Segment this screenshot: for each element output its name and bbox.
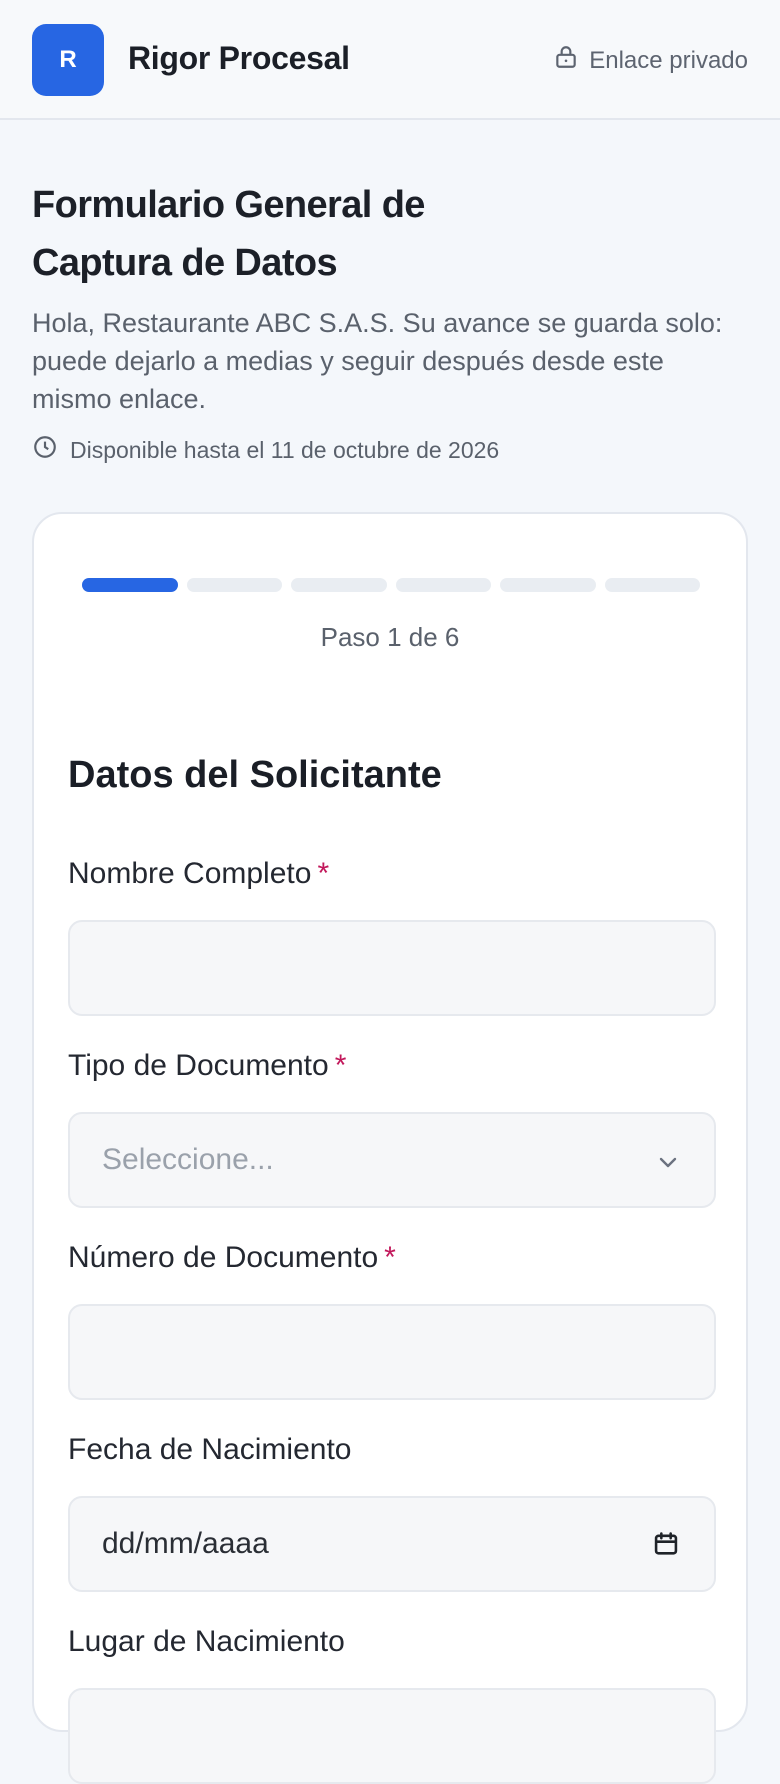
field-label: Fecha de Nacimiento	[68, 1433, 352, 1466]
field-full-name: Nombre Completo *	[68, 854, 716, 1016]
deadline-text: Disponible hasta el 11 de octubre de 202…	[70, 436, 500, 463]
birth-date-input[interactable]: dd/mm/aaaa	[68, 1496, 716, 1592]
section-title: Datos del Solicitante	[68, 754, 442, 796]
form-card: Paso 1 de 6 Datos del Solicitante Nombre…	[32, 512, 748, 1784]
progress-segment-1	[82, 578, 178, 592]
field-birth-date: Fecha de Nacimiento dd/mm/aaaa	[68, 1430, 716, 1592]
page-title: Formulario General de Captura de Datos	[32, 184, 425, 284]
field-label: Lugar de Nacimiento	[68, 1625, 345, 1658]
document-type-placeholder: Seleccione...	[102, 1143, 274, 1176]
document-number-input[interactable]	[68, 1304, 716, 1400]
birth-place-input[interactable]	[68, 1688, 716, 1784]
field-document-type: Tipo de Documento * Seleccione...	[68, 1046, 716, 1208]
lock-icon	[553, 44, 579, 77]
progress-segment-3	[291, 578, 387, 592]
logo-letter: R	[59, 46, 77, 73]
brand-name: Rigor Procesal	[128, 40, 350, 76]
private-link-badge: Enlace privado	[553, 44, 748, 77]
field-birth-place: Lugar de Nacimiento	[68, 1622, 716, 1784]
field-label: Tipo de Documento *	[68, 1046, 716, 1086]
full-name-label: Nombre Completo	[68, 857, 312, 890]
full-name-input[interactable]	[68, 920, 716, 1016]
deadline-info: Disponible hasta el 11 de octubre de 202…	[32, 434, 752, 466]
required-mark: *	[334, 1049, 347, 1082]
document-type-label: Tipo de Documento	[68, 1049, 329, 1082]
required-mark: *	[384, 1241, 396, 1274]
progress-segment-4	[395, 578, 491, 592]
step-progress	[82, 578, 700, 592]
progress-segment-6	[604, 578, 700, 592]
private-link-label: Enlace privado	[589, 46, 748, 74]
document-number-label: Número de Documento	[68, 1241, 379, 1274]
birth-date-placeholder: dd/mm/aaaa	[102, 1527, 269, 1560]
document-type-select[interactable]: Seleccione...	[68, 1112, 716, 1208]
top-bar: R Rigor Procesal Enlace privado	[0, 0, 780, 120]
form-intro: Formulario General de Captura de Datos H…	[32, 176, 752, 466]
step-indicator: Paso 1 de 6	[320, 622, 460, 652]
field-document-number: Número de Documento *	[68, 1238, 716, 1400]
progress-segment-2	[186, 578, 282, 592]
field-label: Número de Documento *	[68, 1238, 716, 1278]
clock-icon	[32, 434, 58, 466]
chevron-down-icon	[656, 1148, 680, 1172]
field-label: Nombre Completo *	[68, 854, 716, 894]
required-mark: *	[317, 857, 330, 890]
intro-description: Hola, Restaurante ABC S.A.S. Su avance s…	[32, 308, 723, 414]
logo: R	[32, 24, 104, 96]
progress-segment-5	[500, 578, 596, 592]
calendar-icon[interactable]	[652, 1530, 680, 1558]
